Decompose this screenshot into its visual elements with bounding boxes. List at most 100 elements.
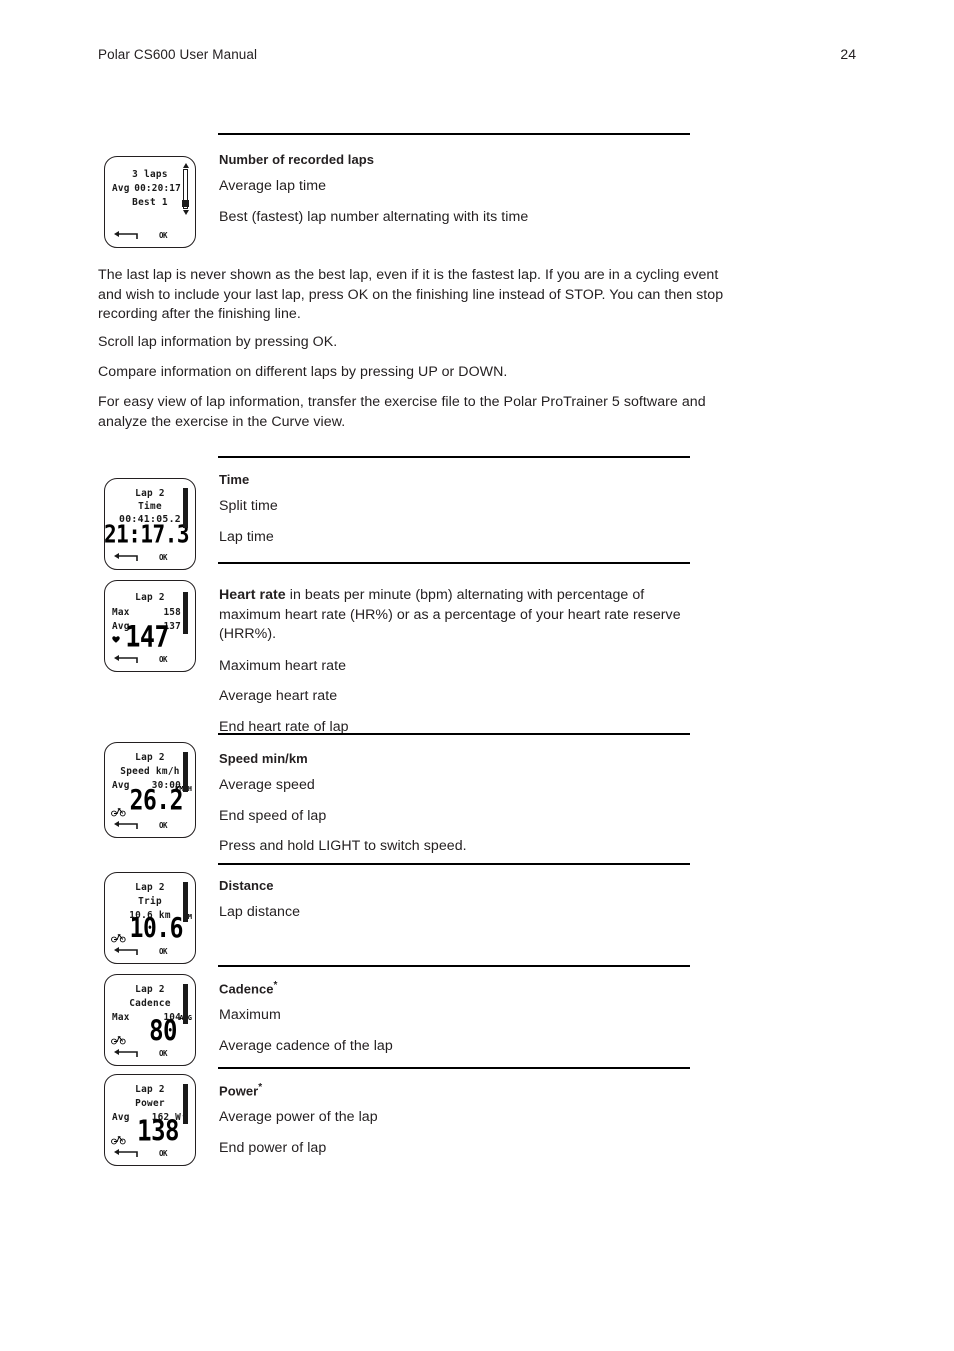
lcd-avg-label: Avg [112, 1112, 130, 1123]
device-screen: Lap 2 Speed km/h Avg 30:00 26.2 KM/H OK [105, 743, 195, 837]
bicycle-icon [111, 1135, 126, 1145]
scroll-down-arrow-icon [182, 210, 189, 215]
section-heading: Cadence* [219, 980, 693, 996]
scrollbar-indicator [182, 488, 189, 528]
section-line: Best (fastest) lap number alternating wi… [219, 208, 529, 225]
lcd-primary-value: 147 [125, 619, 169, 654]
section-distance: Distance Lap distance [219, 878, 693, 923]
scrollbar-indicator [182, 752, 189, 792]
section-heading: Distance [219, 878, 274, 893]
section-cadence: Cadence* Maximum Average cadence of the … [219, 980, 693, 1056]
section-heading-paragraph: Heart rate in beats per minute (bpm) alt… [219, 586, 693, 645]
device-screen: 3 laps Avg 00:20:17 Best 1 OK [105, 157, 195, 247]
device-button-bar: OK [111, 227, 189, 241]
device-button-bar: OK [111, 943, 189, 957]
section-recorded-laps: Number of recorded laps Average lap time… [219, 152, 693, 227]
device-lap-power: Lap 2 Power Avg 162 W 138 W OK [104, 1074, 196, 1166]
scrollbar-indicator [182, 592, 189, 634]
divider-distance-top [218, 863, 690, 865]
section-line: End power of lap [219, 1139, 327, 1156]
device-laps-summary: 3 laps Avg 00:20:17 Best 1 OK [104, 156, 196, 248]
device-screen: Lap 2 Cadence Max 104 80 AVG OK [105, 975, 195, 1065]
manual-title: Polar CS600 User Manual [98, 47, 258, 62]
device-button-bar: OK [111, 817, 189, 831]
device-screen: Lap 2 Power Avg 162 W 138 W OK [105, 1075, 195, 1165]
section-line: Average speed [219, 777, 315, 793]
scroll-track [183, 752, 188, 792]
device-screen: Lap 2 Max 158 Avg 137 147 OK [105, 581, 195, 671]
ok-button-label: OK [159, 1149, 168, 1158]
section-time: Time Split time Lap time [219, 472, 693, 547]
back-arrow-icon [114, 231, 138, 239]
lcd-primary-value: 80 [149, 1014, 177, 1048]
device-button-bar: OK [111, 1145, 189, 1159]
section-heading-text: Cadence [219, 981, 274, 997]
lcd-primary-value: 21:17.3 [103, 519, 190, 549]
ok-button-label: OK [159, 655, 168, 664]
lcd-laps-avg-row: Avg 00:20:17 [112, 183, 181, 194]
device-screen: Lap 2 Trip 10.6 km 10.6 KM OK [105, 873, 195, 963]
lcd-max-row: Max 158 [112, 607, 181, 618]
ok-button-label: OK [159, 1049, 168, 1058]
lcd-max-label: Max [112, 607, 130, 618]
scrollbar-indicator [182, 163, 189, 215]
section-heading: Heart rate [219, 587, 286, 603]
device-lap-cadence: Lap 2 Cadence Max 104 80 AVG OK [104, 974, 196, 1066]
lcd-max-value: 158 [163, 607, 181, 618]
bicycle-icon [111, 1035, 126, 1045]
lcd-laps-avg-label: Avg [112, 183, 130, 194]
device-button-bar: OK [111, 1045, 189, 1059]
scroll-track [183, 488, 188, 528]
scrollbar-indicator [182, 882, 189, 922]
paragraph-last-lap: The last lap is never shown as the best … [98, 267, 724, 322]
ok-button-label: OK [159, 553, 168, 562]
device-lap-heartrate: Lap 2 Max 158 Avg 137 147 OK [104, 580, 196, 672]
scroll-track [183, 984, 188, 1024]
ok-button-label: OK [159, 947, 168, 956]
ok-button-label: OK [159, 231, 168, 240]
device-lap-speed: Lap 2 Speed km/h Avg 30:00 26.2 KM/H OK [104, 742, 196, 838]
back-arrow-icon [114, 821, 138, 829]
back-arrow-icon [114, 1149, 138, 1157]
divider-speed-top [218, 733, 690, 735]
section-line: Press and hold LIGHT to switch speed. [219, 838, 467, 854]
back-arrow-icon [114, 947, 138, 955]
bicycle-icon [111, 933, 126, 943]
divider-top [218, 133, 690, 135]
device-lap-time: Lap 2 Time 00:41:05.2 21:17.3 OK [104, 478, 196, 570]
section-heading-rest: in beats per minute (bpm) alternating wi… [219, 587, 681, 642]
section-line: Average power of the lap [219, 1109, 378, 1126]
paragraph-scroll: Scroll lap information by pressing OK. [98, 334, 338, 350]
scrollbar-indicator [182, 984, 189, 1024]
ok-button-label: OK [159, 821, 168, 830]
section-line: Maximum [219, 1007, 281, 1024]
scroll-track [183, 1084, 188, 1124]
section-line: Lap distance [219, 904, 301, 920]
section-line: Average heart rate [219, 688, 338, 704]
divider-time-top [218, 456, 690, 458]
page-header: Polar CS600 User Manual 24 [98, 46, 856, 62]
section-heading: Speed min/km [219, 751, 308, 766]
section-heading: Number of recorded laps [219, 152, 375, 167]
scroll-thumb [182, 200, 189, 207]
footnote-asterisk: * [273, 980, 278, 991]
device-lap-distance: Lap 2 Trip 10.6 km 10.6 KM OK [104, 872, 196, 964]
device-button-bar: OK [111, 651, 189, 665]
scrollbar-indicator [182, 1084, 189, 1124]
section-heading: Power* [219, 1082, 693, 1098]
back-arrow-icon [114, 1049, 138, 1057]
section-line: End speed of lap [219, 807, 327, 824]
back-arrow-icon [114, 655, 138, 663]
section-speed: Speed min/km Average speed End speed of … [219, 751, 693, 857]
divider-heartrate-top [218, 562, 690, 564]
section-power: Power* Average power of the lap End powe… [219, 1082, 693, 1158]
device-button-bar: OK [111, 549, 189, 563]
scroll-track [183, 592, 188, 634]
paragraph-protrainer: For easy view of lap information, transf… [98, 394, 706, 430]
section-line: Maximum heart rate [219, 657, 347, 674]
divider-power-top [218, 1067, 690, 1069]
section-heading-text: Power [219, 1083, 259, 1099]
footnote-asterisk: * [258, 1082, 263, 1093]
paragraph-compare: Compare information on different laps by… [98, 364, 508, 380]
lcd-primary-value: 138 [137, 1114, 179, 1148]
